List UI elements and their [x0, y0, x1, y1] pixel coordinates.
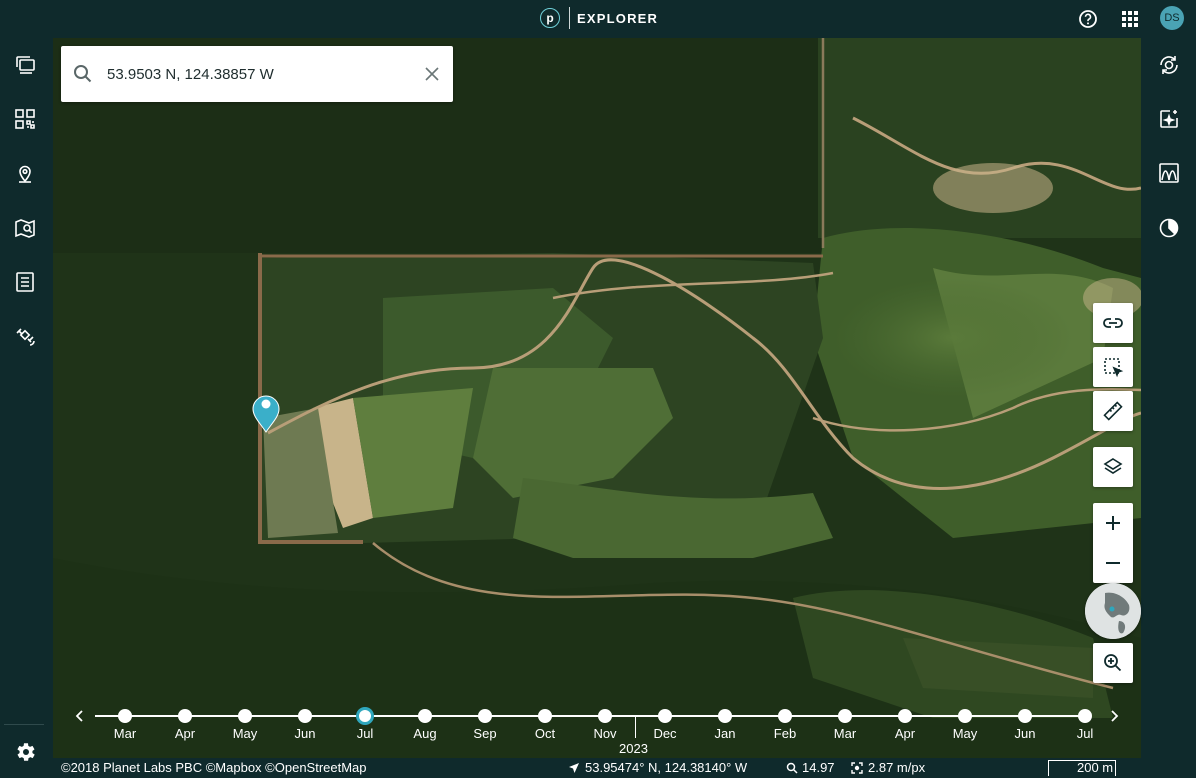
- minus-icon: [1106, 562, 1120, 564]
- search-input[interactable]: [107, 62, 407, 86]
- spectral-profile-icon[interactable]: [1155, 159, 1183, 187]
- clear-search-icon[interactable]: [423, 65, 441, 88]
- timeline-month-label[interactable]: May: [945, 726, 985, 741]
- dashed-select-icon: [1104, 358, 1124, 378]
- apps-grid-icon[interactable]: [1119, 8, 1141, 30]
- globe-icon: [1085, 583, 1141, 639]
- map-search-icon[interactable]: [11, 214, 39, 242]
- change-detection-icon[interactable]: [1155, 51, 1183, 79]
- imagery-stack-icon[interactable]: [11, 51, 39, 79]
- timeline-dot[interactable]: [718, 709, 732, 723]
- right-sidebar: [1141, 38, 1196, 778]
- user-avatar[interactable]: DS: [1160, 6, 1184, 30]
- plus-icon: [1106, 516, 1120, 530]
- reports-list-icon[interactable]: [11, 268, 39, 296]
- app-title: EXPLORER: [577, 10, 659, 26]
- timeline-dot[interactable]: [118, 709, 132, 723]
- sidebar-divider: [4, 724, 44, 725]
- status-bar: ©2018 Planet Labs PBC ©Mapbox ©OpenStree…: [53, 758, 1141, 778]
- timeline-dot[interactable]: [898, 709, 912, 723]
- year-divider: [635, 716, 636, 738]
- layers-icon: [1103, 458, 1123, 474]
- timeline-dot-selected[interactable]: [359, 710, 371, 722]
- analysis-sparkle-icon[interactable]: [1155, 105, 1183, 133]
- measure-button[interactable]: [1093, 391, 1133, 431]
- timeline-year-label: 2023: [619, 741, 648, 756]
- globe-minimap[interactable]: [1085, 583, 1141, 639]
- timeline-dot[interactable]: [658, 709, 672, 723]
- zoom-in-button[interactable]: [1093, 503, 1133, 543]
- chevron-right-icon: [1111, 710, 1119, 722]
- timeline-month-label[interactable]: Jun: [285, 726, 325, 741]
- satellite-imagery: [53, 38, 1141, 778]
- timeline-month-label[interactable]: Jul: [1065, 726, 1105, 741]
- resolution-icon: [851, 762, 863, 777]
- timeline-dot[interactable]: [598, 709, 612, 723]
- timeline-prev-button[interactable]: [74, 709, 86, 728]
- area-select-button[interactable]: [1093, 347, 1133, 387]
- timeline-dot[interactable]: [838, 709, 852, 723]
- link-icon: [1103, 318, 1123, 328]
- satellite-map[interactable]: [53, 38, 1141, 778]
- time-lapse-icon[interactable]: [1155, 214, 1183, 242]
- timeline-month-label[interactable]: Feb: [765, 726, 805, 741]
- chevron-left-icon: [75, 710, 83, 722]
- timeline-dot[interactable]: [298, 709, 312, 723]
- zoom-level: 14.97: [802, 760, 835, 775]
- layers-button[interactable]: [1093, 447, 1133, 487]
- location-search-box: [61, 46, 453, 102]
- timeline-month-label[interactable]: Oct: [525, 726, 565, 741]
- timeline-month-label[interactable]: Apr: [165, 726, 205, 741]
- help-icon[interactable]: [1077, 8, 1099, 30]
- ruler-icon: [1103, 401, 1123, 421]
- timeline-month-label[interactable]: Apr: [885, 726, 925, 741]
- timeline-dot[interactable]: [1078, 709, 1092, 723]
- timeline-dot[interactable]: [238, 709, 252, 723]
- timeline-month-label[interactable]: Sep: [465, 726, 505, 741]
- timeline-dot[interactable]: [778, 709, 792, 723]
- share-link-button[interactable]: [1093, 303, 1133, 343]
- timeline-month-label[interactable]: Nov: [585, 726, 625, 741]
- timeline-month-label[interactable]: Jan: [705, 726, 745, 741]
- timeline-month-label[interactable]: Mar: [825, 726, 865, 741]
- timeline-dot[interactable]: [958, 709, 972, 723]
- scale-bar-label: 200 m: [1077, 760, 1114, 775]
- timeline-month-label[interactable]: Jul: [345, 726, 385, 741]
- zoom-controls: [1093, 503, 1133, 583]
- timeline-next-button[interactable]: [1108, 709, 1120, 728]
- planet-logo-icon: p: [540, 8, 560, 28]
- search-icon: [73, 64, 93, 89]
- timeline-month-label[interactable]: Mar: [105, 726, 145, 741]
- timeline-dot[interactable]: [1018, 709, 1032, 723]
- top-bar: p EXPLORER DS: [0, 0, 1196, 38]
- zoom-out-button[interactable]: [1093, 543, 1133, 583]
- cursor-arrow-icon: [568, 762, 580, 777]
- magnify-plus-icon: [1104, 654, 1122, 672]
- resolution-readout: 2.87 m/px: [868, 760, 926, 775]
- timeline-dot[interactable]: [538, 709, 552, 723]
- timeline-dot[interactable]: [478, 709, 492, 723]
- settings-gear-icon[interactable]: [11, 738, 39, 766]
- imagery-timeline: Mar Apr May Jun Jul Aug Sep Oct Nov Dec Jan Feb Mar A…: [53, 700, 1141, 758]
- tasking-satellite-icon[interactable]: [11, 322, 39, 350]
- left-sidebar: [0, 38, 53, 778]
- zoom-to-area-button[interactable]: [1093, 643, 1133, 683]
- timeline-month-label[interactable]: May: [225, 726, 265, 741]
- mosaic-grid-icon[interactable]: [11, 105, 39, 133]
- zoom-level-icon: [786, 762, 798, 777]
- timeline-month-label[interactable]: Aug: [405, 726, 445, 741]
- map-attribution: ©2018 Planet Labs PBC ©Mapbox ©OpenStree…: [61, 760, 367, 775]
- location-pin-icon[interactable]: [11, 159, 39, 187]
- cursor-coordinates: 53.95474° N, 124.38140° W: [585, 760, 748, 775]
- timeline-dot[interactable]: [178, 709, 192, 723]
- logo-divider: [569, 7, 570, 29]
- timeline-month-label[interactable]: Jun: [1005, 726, 1045, 741]
- timeline-dot[interactable]: [418, 709, 432, 723]
- timeline-month-label[interactable]: Dec: [645, 726, 685, 741]
- app-logo[interactable]: p EXPLORER: [540, 7, 658, 29]
